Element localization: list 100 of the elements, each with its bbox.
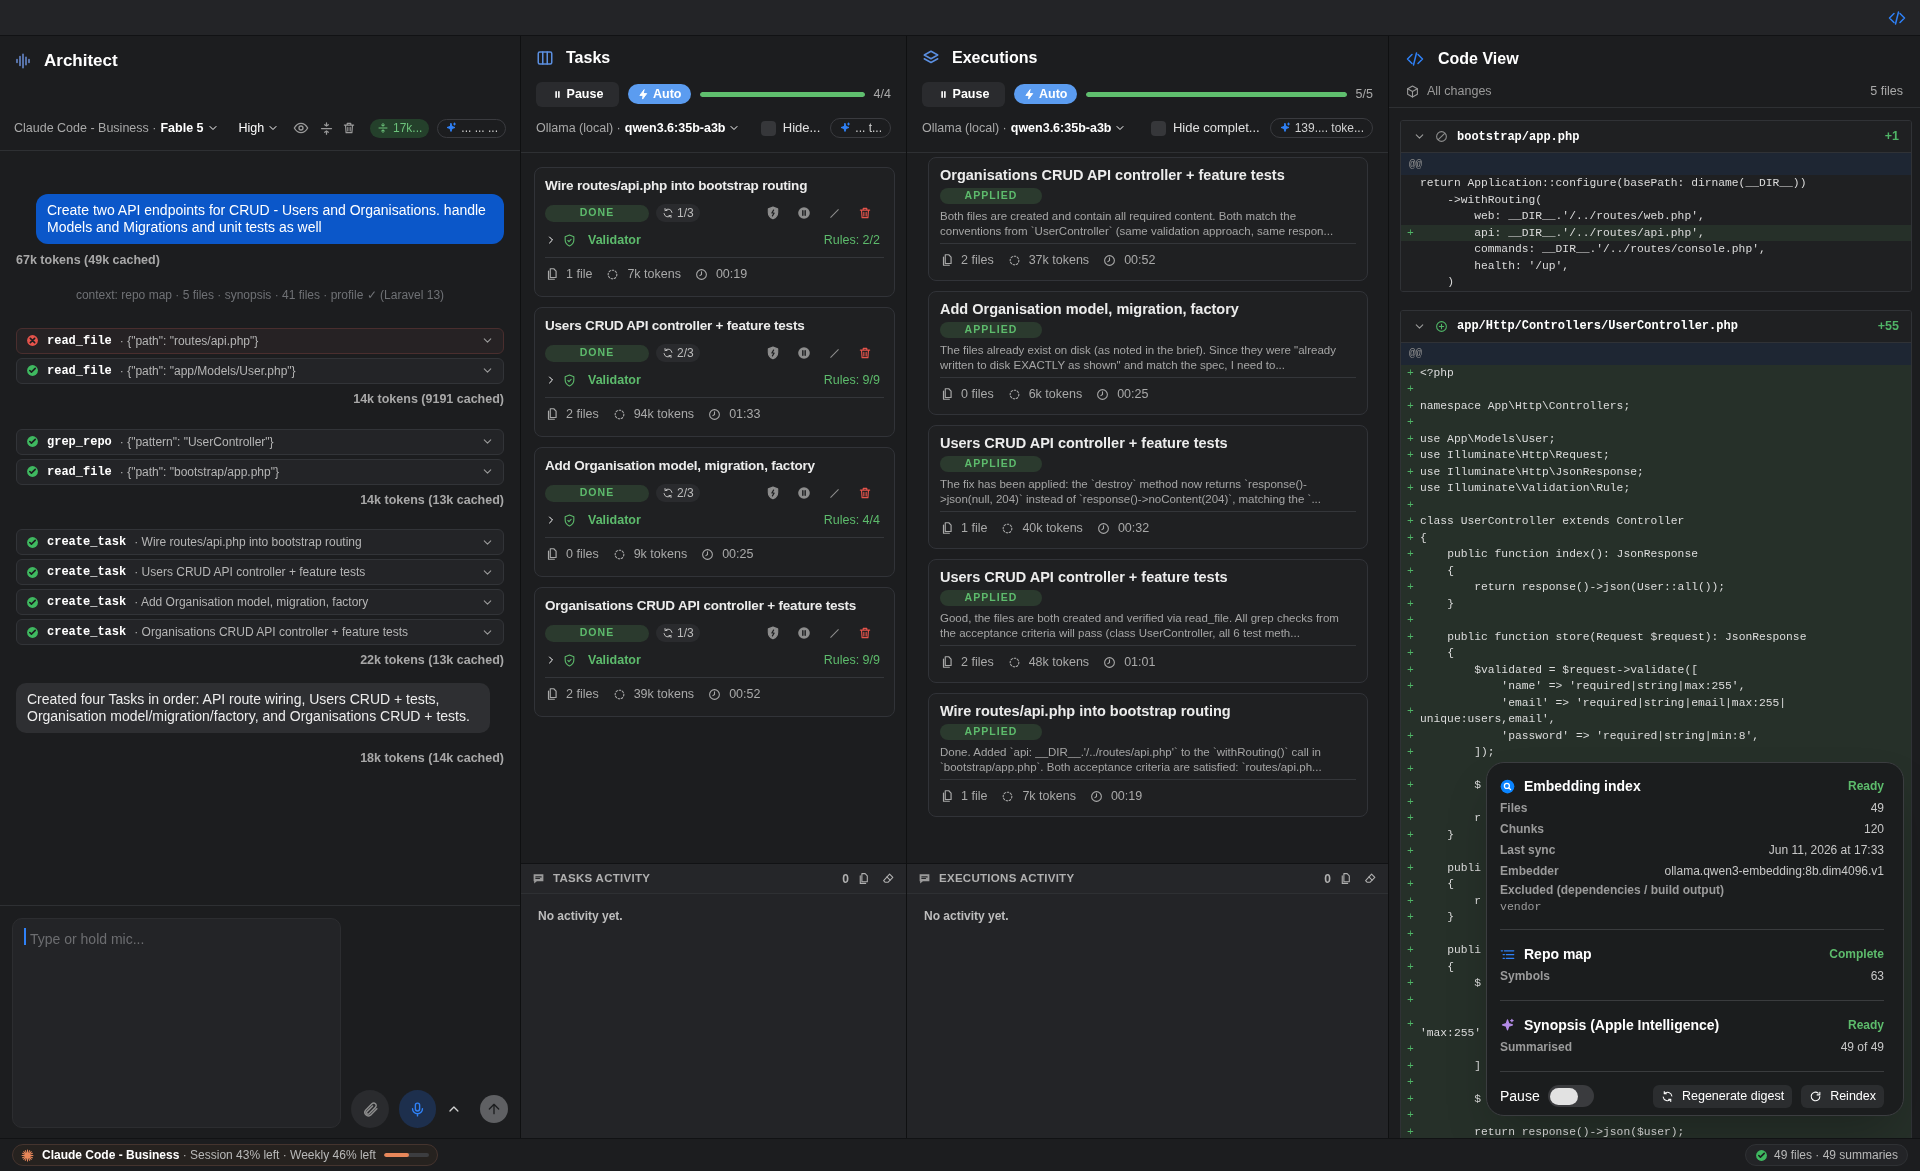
model-dropdown[interactable]: qwen3.6:35b-a3b [1010,118,1127,138]
delete-icon[interactable] [858,346,872,360]
cube-icon [1406,84,1419,98]
stat-value: 63 [1870,967,1884,985]
action-button[interactable]: Reindex [1801,1084,1884,1108]
eraser-icon[interactable] [1364,872,1377,885]
activity-count: 0 [842,870,849,888]
copy-icon[interactable] [857,872,870,885]
token-count: 9k tokens [633,546,688,563]
tool-call-row[interactable]: create_task · Wire routes/api.php into bootstrap routing [16,529,504,556]
edit-icon[interactable] [828,626,841,640]
compress-icon[interactable] [318,120,334,136]
reload-icon [1809,1089,1823,1103]
shield-icon[interactable] [766,346,780,360]
tool-name: read_file [47,332,112,350]
file-path[interactable]: bootstrap/app.php [1457,127,1580,146]
pause-icon[interactable] [797,206,811,220]
file-path[interactable]: app/Http/Controllers/UserController.php [1457,317,1738,335]
task-card[interactable]: Organisations CRUD API controller + feature tests DONE 1/3 Validator Rules: 9/9 2 files 39k tokens 00:52 [534,587,895,717]
pause-icon[interactable] [797,486,811,500]
provider-label: Ollama (local) · [536,119,621,137]
message-input[interactable]: Type or hold mic... [12,918,342,1128]
code-line: { [1420,530,1427,546]
stat-value: ollama.qwen3-embedding:8b.dim4096.v1 [1664,862,1884,880]
index-summary: 49 files · 49 summaries [1773,1147,1898,1164]
panel-title: Architect [44,50,118,73]
edit-icon[interactable] [828,346,841,360]
tool-call-row[interactable]: read_file · {"path": "routes/api.php"} [16,327,504,354]
execution-card[interactable] [928,157,1368,281]
tool-call-row[interactable]: read_file · {"path": "app/Models/User.php"} [16,357,504,384]
section-title: Repo map [1524,944,1592,964]
send-button[interactable] [480,1095,508,1123]
checkbox[interactable] [1150,120,1166,136]
edit-icon[interactable] [828,206,841,220]
sync-icon [1660,1089,1674,1103]
code-line: return Application::configure(basePath: dirname(__DIR__)) [1420,176,1807,191]
model-dropdown[interactable]: Fable 5 [160,118,219,138]
code-view-toggle-icon[interactable] [1888,8,1906,27]
action-button[interactable]: Regenerate digest [1652,1084,1793,1108]
delete-icon[interactable] [858,626,872,640]
microphone-button[interactable] [398,1090,437,1128]
task-card[interactable]: Add Organisation model, migration, factory DONE 2/3 Validator Rules: 4/4 0 files 9k tokens 00:25 [534,447,895,577]
section-title: Synopsis (Apple Intelligence) [1524,1015,1720,1035]
trash-icon[interactable] [341,121,356,135]
delete-icon[interactable] [858,206,872,220]
context-pill[interactable]: 17k... [369,118,430,138]
attach-button[interactable] [351,1090,389,1128]
task-card[interactable]: Wire routes/api.php into bootstrap routing DONE 1/3 Validator Rules: 2/2 1 file 7k tokens 00:19 [534,167,895,297]
eye-icon[interactable] [292,120,309,136]
usage-status-pill[interactable]: Claude Code - Business · Session 43% left · Weekly 46% left [12,1144,438,1166]
status-badge: APPLIED [940,456,1042,472]
line-delta: +1 [1884,128,1899,146]
tool-call-row[interactable]: create_task · Add Organisation model, migration, factory [16,589,504,616]
tool-call-row[interactable]: create_task · Organisations CRUD API controller + feature tests [16,619,504,646]
code-line: commands: __DIR__.'/../routes/console.php', [1473,242,1766,257]
edit-icon[interactable] [828,486,841,500]
diff-marker: + [1406,497,1415,513]
diff-marker: + [1406,728,1415,744]
tool-call-row[interactable]: create_task · Users CRUD API controller + feature tests [16,559,504,586]
token-count: 39k tokens [633,686,695,703]
pause-button[interactable]: Pause [536,81,619,107]
pill-label: ... ... ... [461,120,498,137]
shield-icon[interactable] [766,206,780,220]
files-icon [940,655,954,670]
diff-marker: + [1406,1058,1415,1074]
effort-dropdown[interactable]: High [238,118,280,138]
pause-icon[interactable] [797,626,811,640]
pause-toggle[interactable] [1547,1085,1594,1107]
files-icon [545,267,559,282]
rules-count: Rules: 9/9 [823,371,880,389]
token-usage: 22k tokens (13k cached) [359,652,504,670]
delete-icon[interactable] [858,486,872,500]
code-line: publi [1446,943,1482,958]
tool-call-row[interactable]: read_file · {"path": "bootstrap/app.php"} [16,458,504,485]
eraser-icon[interactable] [882,872,895,885]
code-line: 'password' => 'required|string|min:8', [1500,728,1759,744]
duration: 00:25 [722,546,754,563]
execution-card[interactable] [928,693,1368,817]
index-status-pill[interactable]: 49 files · 49 summaries [1744,1144,1908,1166]
model-dropdown[interactable]: qwen3.6:35b-a3b [624,118,741,138]
checkbox[interactable] [760,120,776,136]
checkbox-label[interactable]: Hide complet... [1172,118,1260,138]
pause-button[interactable]: Pause [922,81,1005,107]
execution-card[interactable] [928,291,1368,415]
files-icon [940,253,954,268]
execution-card[interactable] [928,425,1368,549]
status-badge: DONE [545,484,649,502]
execution-card[interactable] [928,559,1368,683]
task-card[interactable]: Users CRUD API controller + feature tests DONE 2/3 Validator Rules: 9/9 2 files 94k tokens 01:33 [534,307,895,437]
diff-marker: + [1406,365,1415,381]
code-line: { [1446,877,1454,892]
success-icon [1754,1148,1768,1162]
tool-arguments: · {"path": "bootstrap/app.php"} [119,463,280,481]
pause-icon[interactable] [797,346,811,360]
tool-call-row[interactable]: grep_repo · {"pattern": "UserController"} [16,428,504,455]
copy-icon[interactable] [1339,872,1352,885]
checkbox-label[interactable]: Hide... [782,118,821,138]
section-title: Embedding index [1524,776,1641,796]
shield-icon[interactable] [766,486,780,500]
shield-icon[interactable] [766,626,780,640]
